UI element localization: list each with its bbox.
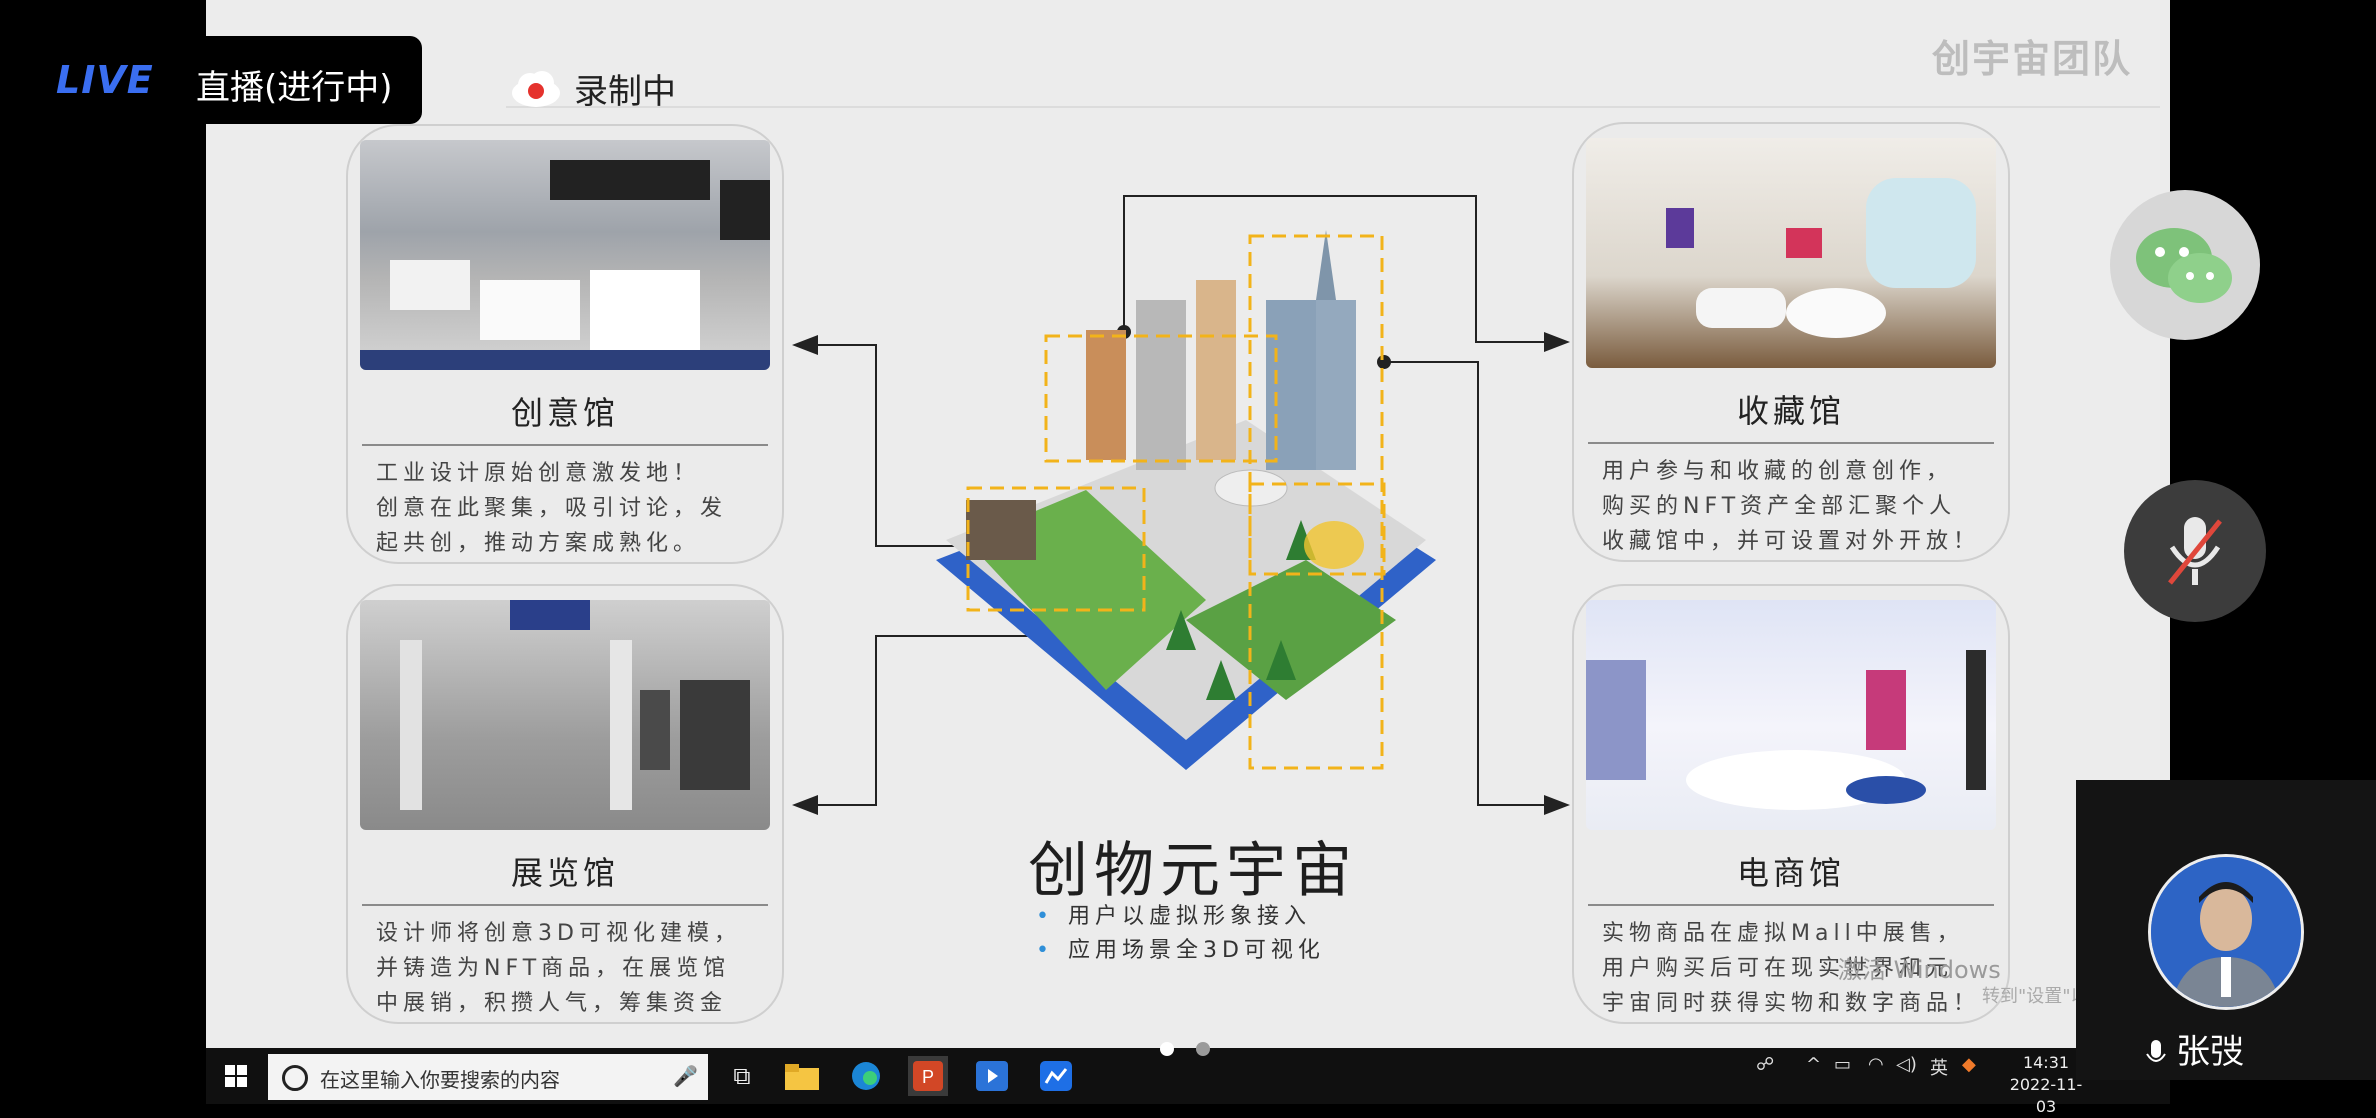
card-exhibition-hall: 展览馆 设计师将创意3D可视化建模， 并铸造为NFT商品，在展览馆 中展销，积攒… — [346, 584, 784, 1024]
wechat-icon — [2136, 228, 2232, 303]
card-description: 用户参与和收藏的创意创作， 购买的NFT资产全部汇聚个人 收藏馆中，并可设置对外… — [1602, 459, 1981, 554]
microphone-muted-icon — [2168, 517, 2222, 585]
activation-watermark: 激活 Windows — [1838, 956, 2001, 984]
recording-label: 录制中 — [574, 72, 676, 112]
speaker-avatar — [2148, 854, 2304, 1010]
card-title: 电商馆 — [1736, 854, 1845, 892]
cloud-record-icon — [510, 69, 562, 109]
collection-hall-photo — [1586, 138, 1996, 368]
card-collection-hall: 收藏馆 用户参与和收藏的创意创作， 购买的NFT资产全部汇聚个人 收藏馆中，并可… — [1572, 122, 2010, 562]
bullet-item: • 用户以虚拟形象接入 — [1036, 904, 1311, 929]
microphone-icon[interactable]: 🎤 — [673, 1064, 698, 1088]
live-label: LIVE — [56, 58, 154, 102]
card-description: 设计师将创意3D可视化建模， 并铸造为NFT商品，在展览馆 中展销，积攒人气，筹… — [376, 921, 741, 1016]
exhibition-hall-photo — [360, 600, 770, 830]
card-divider — [362, 904, 768, 906]
video-app-icon[interactable] — [972, 1056, 1012, 1096]
clock[interactable]: 14:31 2022-11-03 — [2006, 1052, 2086, 1118]
recording-indicator: 录制中 — [510, 64, 676, 113]
speaker-mic-icon — [2146, 1039, 2166, 1069]
card-divider — [1588, 904, 1994, 906]
wifi-icon[interactable]: ◠ — [1868, 1054, 1884, 1075]
svg-text:P: P — [922, 1067, 934, 1087]
presentation-slide: 创宇宙团队 创意馆 工业设计原始创意激发地！ 创意在此聚集，吸引讨论，发 起共创… — [206, 0, 2170, 1048]
taskbar-search-input[interactable]: 在这里输入你要搜索的内容 🎤 — [268, 1054, 708, 1100]
metaverse-island-illustration — [936, 230, 1436, 770]
slide-bullets: • 用户以虚拟形象接入 • 应用场景全3D可视化 — [1036, 900, 1325, 968]
ime-indicator[interactable]: 英 — [1930, 1054, 1948, 1080]
card-title: 收藏馆 — [1736, 392, 1845, 430]
task-view-icon[interactable]: ⧉ — [722, 1056, 762, 1096]
card-creative-hall: 创意馆 工业设计原始创意激发地！ 创意在此聚集，吸引讨论，发 起共创，推动方案成… — [346, 124, 784, 564]
speaker-name: 张弢 — [2146, 1024, 2244, 1073]
powerpoint-icon[interactable]: P — [908, 1056, 948, 1096]
live-status-badge: LIVE 直播(进行中) — [0, 36, 422, 124]
card-description: 工业设计原始创意激发地！ 创意在此聚集，吸引讨论，发 起共创，推动方案成熟化。 — [376, 461, 728, 556]
page-indicator — [1160, 1042, 1210, 1056]
chevron-up-icon[interactable]: ^ — [1806, 1054, 1821, 1075]
windows-taskbar: 在这里输入你要搜索的内容 🎤 ⧉ P ☍ ^ ▭ ◠ ◁) 英 ◆ 14:31 … — [206, 1048, 2170, 1116]
meeting-app-icon[interactable] — [1036, 1056, 1076, 1096]
creative-hall-photo — [360, 140, 770, 370]
ecommerce-hall-photo — [1586, 600, 1996, 830]
live-status-text: 直播(进行中) — [196, 68, 393, 108]
tray-app-icon[interactable]: ◆ — [1962, 1054, 1976, 1075]
slide-title: 创物元宇宙 — [1028, 836, 1358, 906]
card-title: 展览馆 — [510, 854, 619, 892]
card-divider — [1588, 442, 1994, 444]
volume-icon[interactable]: ◁) — [1896, 1054, 1917, 1075]
card-title: 创意馆 — [510, 394, 619, 432]
windows-start-icon[interactable] — [216, 1056, 256, 1096]
cortana-icon — [282, 1065, 308, 1091]
battery-icon[interactable]: ▭ — [1834, 1054, 1851, 1075]
wechat-share-button[interactable] — [2110, 190, 2260, 340]
people-icon[interactable]: ☍ — [1756, 1054, 1774, 1075]
page-dot-active[interactable] — [1160, 1042, 1174, 1056]
card-divider — [362, 444, 768, 446]
mute-microphone-button[interactable] — [2124, 480, 2266, 622]
edge-browser-icon[interactable] — [846, 1056, 886, 1096]
file-explorer-icon[interactable] — [782, 1056, 822, 1096]
speaker-video-tile[interactable]: 张弢 — [2076, 780, 2376, 1080]
page-dot[interactable] — [1196, 1042, 1210, 1056]
bullet-item: • 应用场景全3D可视化 — [1036, 938, 1325, 963]
